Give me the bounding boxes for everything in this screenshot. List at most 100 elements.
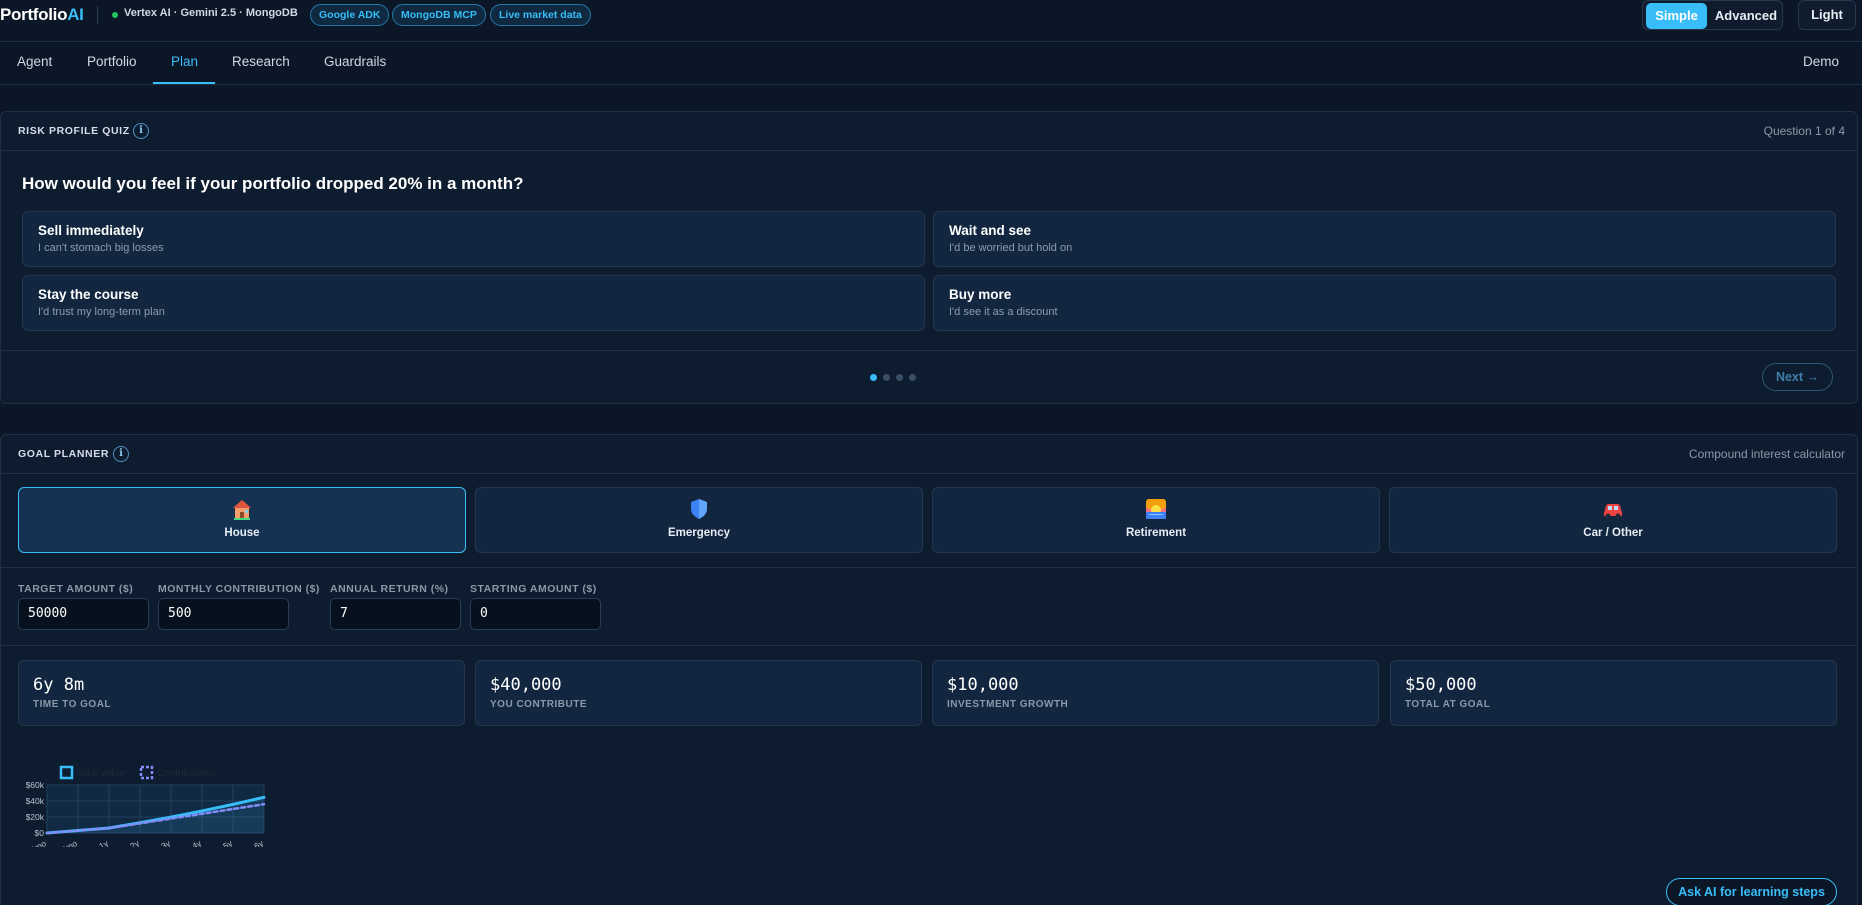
quiz-option-sell-immediately[interactable]: Sell immediately I can't stomach big los… xyxy=(22,211,925,267)
goal-car-card[interactable]: Car / Other xyxy=(1389,487,1837,553)
stat-label: TIME TO GOAL xyxy=(33,699,112,710)
car-icon xyxy=(1604,504,1622,519)
mode-simple-button[interactable]: Simple xyxy=(1646,3,1707,29)
monthly-contribution-input[interactable]: 500 xyxy=(158,598,289,630)
stat-time-to-goal: 6y 8m TIME TO GOAL xyxy=(18,660,465,726)
quiz-option-wait-and-see[interactable]: Wait and see I'd be worried but hold on xyxy=(933,211,1836,267)
mode-advanced-button[interactable]: Advanced xyxy=(1711,3,1781,29)
brand-accent: AI xyxy=(67,5,84,24)
pill-google-adk: Google ADK xyxy=(310,4,390,26)
x-tick-label: 3y xyxy=(159,838,172,847)
legend-swatch xyxy=(59,765,74,780)
stat-total-at-goal: $50,000 TOTAL AT GOAL xyxy=(1390,660,1837,726)
tab-research[interactable]: Research xyxy=(232,54,290,69)
next-button[interactable]: Next → xyxy=(1762,363,1833,391)
legend-swatch xyxy=(139,765,154,780)
pill-live-market-data: Live market data xyxy=(490,4,591,26)
stat-you-contribute: $40,000 YOU CONTRIBUTE xyxy=(475,660,922,726)
quiz-option-stay-the-course[interactable]: Stay the course I'd trust my long-term p… xyxy=(22,275,925,331)
step-dot-2 xyxy=(883,374,890,381)
x-tick-label: 0mo xyxy=(29,838,49,847)
y-tick-label: $20k xyxy=(26,812,45,822)
goal-planner-subtitle: Compound interest calculator xyxy=(1688,447,1845,461)
stat-label: YOU CONTRIBUTE xyxy=(490,699,587,710)
x-tick-label: 6mo xyxy=(60,838,80,847)
step-dot-4 xyxy=(909,374,916,381)
legend-label: Total value xyxy=(77,768,125,779)
option-title: Wait and see xyxy=(949,223,1032,238)
annual-return-input[interactable]: 7 xyxy=(330,598,461,630)
tab-plan[interactable]: Plan xyxy=(171,54,198,69)
status-dot-icon xyxy=(112,12,118,18)
goal-planner-panel: GOAL PLANNER i Compound interest calcula… xyxy=(0,434,1858,905)
stat-value: 6y 8m xyxy=(33,675,85,695)
option-subtitle: I'd be worried but hold on xyxy=(949,242,1073,254)
quiz-title: RISK PROFILE QUIZ xyxy=(18,125,130,137)
option-subtitle: I'd trust my long-term plan xyxy=(38,306,165,318)
quiz-option-buy-more[interactable]: Buy more I'd see it as a discount xyxy=(933,275,1836,331)
brand-name: Portfolio xyxy=(0,5,68,24)
goal-label: House xyxy=(224,527,260,539)
x-tick-label: 4y xyxy=(190,838,203,847)
option-subtitle: I can't stomach big losses xyxy=(38,242,164,254)
x-tick-label: 2y xyxy=(128,838,141,847)
goal-planner-header: GOAL PLANNER i Compound interest calcula… xyxy=(1,435,1857,474)
option-title: Buy more xyxy=(949,287,1012,302)
demo-link[interactable]: Demo xyxy=(1803,54,1839,69)
stat-investment-growth: $10,000 INVESTMENT GROWTH xyxy=(932,660,1379,726)
info-icon[interactable]: i xyxy=(133,123,149,139)
tab-guardrails[interactable]: Guardrails xyxy=(324,54,386,69)
ask-ai-button[interactable]: Ask AI for learning steps xyxy=(1666,878,1837,905)
goal-divider-1 xyxy=(1,567,1857,568)
stat-label: INVESTMENT GROWTH xyxy=(947,699,1069,710)
starting-amount-label: STARTING AMOUNT ($) xyxy=(470,583,597,595)
x-tick-label: 6y xyxy=(252,838,265,847)
option-title: Stay the course xyxy=(38,287,139,302)
risk-profile-quiz-panel: RISK PROFILE QUIZ i Question 1 of 4 How … xyxy=(0,111,1858,404)
goal-label: Retirement xyxy=(1125,527,1187,539)
annual-return-label: ANNUAL RETURN (%) xyxy=(330,583,449,595)
y-tick-label: $60k xyxy=(26,780,45,790)
goal-planner-title: GOAL PLANNER xyxy=(18,448,110,460)
top-bar: PortfolioAI Vertex AI · Gemini 2.5 · Mon… xyxy=(0,0,1862,42)
monthly-contribution-label: MONTHLY CONTRIBUTION ($) xyxy=(158,583,320,595)
y-tick-label: $40k xyxy=(26,796,45,806)
stat-value: $10,000 xyxy=(947,675,1019,695)
goal-house-card[interactable]: House xyxy=(18,487,466,553)
tab-portfolio[interactable]: Portfolio xyxy=(87,54,137,69)
goal-divider-2 xyxy=(1,645,1857,646)
stat-label: TOTAL AT GOAL xyxy=(1405,699,1491,710)
starting-amount-input[interactable]: 0 xyxy=(470,598,601,630)
pill-mongodb-mcp: MongoDB MCP xyxy=(392,4,486,26)
goal-label: Emergency xyxy=(667,527,730,539)
quiz-header: RISK PROFILE QUIZ i Question 1 of 4 xyxy=(1,112,1857,151)
x-tick-label: 5y xyxy=(221,838,234,847)
stat-value: $40,000 xyxy=(490,675,562,695)
stat-value: $50,000 xyxy=(1405,675,1477,695)
tech-stack-label: Vertex AI · Gemini 2.5 · MongoDB xyxy=(124,7,298,19)
legend-label: Contributions xyxy=(157,768,216,779)
option-subtitle: I'd see it as a discount xyxy=(949,306,1058,318)
brand-logo[interactable]: PortfolioAI xyxy=(0,5,84,25)
tab-agent[interactable]: Agent xyxy=(17,54,52,69)
main-nav: Agent Portfolio Plan Research Guardrails… xyxy=(0,42,1862,85)
house-icon xyxy=(233,500,251,520)
option-title: Sell immediately xyxy=(38,223,144,238)
step-dot-3 xyxy=(896,374,903,381)
active-tab-indicator xyxy=(153,82,215,84)
x-tick-label: 1y xyxy=(97,838,110,847)
goal-label: Car / Other xyxy=(1583,527,1643,539)
shield-icon xyxy=(691,499,707,519)
goal-emergency-card[interactable]: Emergency xyxy=(475,487,923,553)
mode-toggle: Simple Advanced xyxy=(1642,0,1783,30)
target-amount-input[interactable]: 50000 xyxy=(18,598,149,630)
growth-chart: $0 $20k $40k $60k 0mo 6mo 1y 2y 3y 4y 5y 6y Total va… xyxy=(21,737,281,855)
y-tick-label: $0 xyxy=(35,828,45,838)
info-icon[interactable]: i xyxy=(113,446,129,462)
sunset-icon xyxy=(1146,499,1166,519)
quiz-question: How would you feel if your portfolio dro… xyxy=(22,174,524,193)
goal-retirement-card[interactable]: Retirement xyxy=(932,487,1380,553)
theme-toggle-button[interactable]: Light xyxy=(1798,0,1856,30)
growth-chart-svg: $0 $20k $40k $60k 0mo 6mo 1y 2y 3y 4y 5y 6y Total va… xyxy=(26,765,266,855)
quiz-footer-divider xyxy=(1,350,1857,351)
